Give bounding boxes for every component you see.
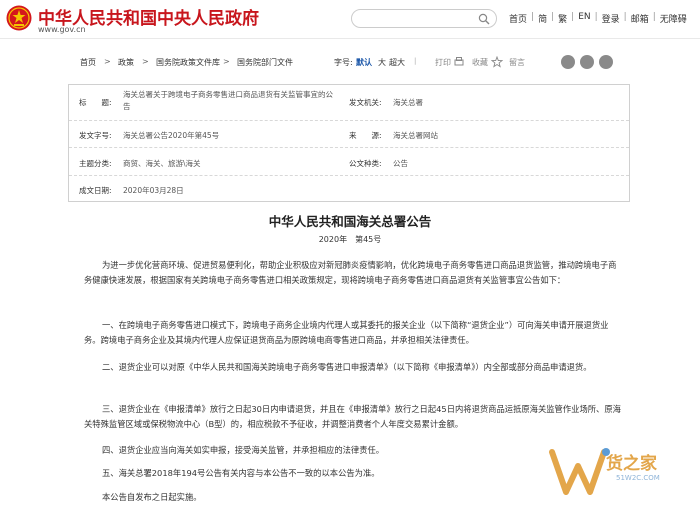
favorite-button[interactable]: 收藏 xyxy=(472,57,488,68)
font-size-big[interactable]: 大 xyxy=(378,57,386,68)
star-icon[interactable] xyxy=(491,56,503,68)
more-share-icon[interactable] xyxy=(599,55,613,69)
link-simplified[interactable]: 简 xyxy=(534,12,551,25)
link-mailbox[interactable]: 邮箱 xyxy=(627,12,653,25)
breadcrumb-separator: > xyxy=(142,57,149,66)
font-size-bigger[interactable]: 超大 xyxy=(389,57,405,68)
comment-button[interactable]: 留言 xyxy=(509,57,525,68)
date-value: 2020年03月28日 xyxy=(123,186,184,195)
article-paragraph: 一、在跨境电子商务零售进口模式下，跨境电子商务企业境内代理人或其委托的报关企业（… xyxy=(84,320,609,345)
article-paragraph: 二、退货企业可以对原《中华人民共和国海关跨境电子商务零售进口申报清单》（以下简称… xyxy=(102,362,592,372)
header-divider xyxy=(0,38,700,39)
topic-value: 商贸、海关、旅游\海关 xyxy=(123,159,201,168)
search-icon[interactable] xyxy=(478,13,490,25)
date-label: 成文日期: xyxy=(79,186,112,195)
info-row-topic: 主题分类: 商贸、海关、旅游\海关 公文种类: 公告 xyxy=(69,148,629,176)
site-header: 中华人民共和国中央人民政府 www.gov.cn 首页 | 简 | 繁 | EN | 登… xyxy=(0,0,700,40)
docno-value: 海关总署公告2020年第45号 xyxy=(123,131,220,140)
watermark-text: 货之家 xyxy=(606,454,657,474)
title-label: 标 题: xyxy=(79,98,112,107)
article-paragraph: 本公告自发布之日起实施。 xyxy=(102,492,202,502)
watermark-subtext: 51W2C.COM xyxy=(616,474,660,482)
info-row-docno: 发文字号: 海关总署公告2020年第45号 来 源: 海关总署网站 xyxy=(69,121,629,148)
weibo-share-icon[interactable] xyxy=(561,55,575,69)
doctype-value: 公告 xyxy=(393,159,408,168)
docno-label: 发文字号: xyxy=(79,131,112,140)
print-button[interactable]: 打印 xyxy=(435,57,451,68)
title-value: 海关总署关于跨境电子商务零售进口商品退货有关监管事宜的公告 xyxy=(123,90,333,111)
national-emblem-icon[interactable] xyxy=(6,5,32,31)
breadcrumb-policy[interactable]: 政策 xyxy=(118,57,134,68)
article-paragraph: 为进一步优化营商环境、促进贸易便利化，帮助企业积极应对新冠肺炎疫情影响，优化跨境… xyxy=(84,260,617,285)
breadcrumb-separator: > xyxy=(223,57,230,66)
article-title: 中华人民共和国海关总署公告 xyxy=(268,214,432,229)
topic-label: 主题分类: xyxy=(79,159,112,168)
link-accessibility[interactable]: 无障碍 xyxy=(656,12,691,25)
source-label: 来 源: xyxy=(349,131,382,140)
issuer-label: 发文机关: xyxy=(349,98,382,107)
article-number: 2020年 第45号 xyxy=(318,235,382,244)
info-row-title: 标 题: 海关总署关于跨境电子商务零售进口商品退货有关监管事宜的公告 发文机关:… xyxy=(69,85,629,121)
toolbar-separator: | xyxy=(414,57,417,65)
breadcrumb-department-docs[interactable]: 国务院部门文件 xyxy=(237,57,293,68)
article-paragraph: 三、退货企业在《申报清单》放行之日起30日内申请退货，并且在《申报清单》放行之日… xyxy=(84,404,621,429)
font-size-default[interactable]: 默认 xyxy=(356,57,372,68)
breadcrumb: 首页 > 政策 > 国务院政策文件库 > 国务院部门文件 字号: 默认 大 超大… xyxy=(68,52,630,74)
breadcrumb-policy-library[interactable]: 国务院政策文件库 xyxy=(156,57,220,68)
breadcrumb-home[interactable]: 首页 xyxy=(80,57,96,68)
breadcrumb-separator: > xyxy=(104,57,111,66)
info-row-date: 成文日期: 2020年03月28日 xyxy=(69,176,629,201)
search-input[interactable] xyxy=(351,9,497,28)
source-value: 海关总署网站 xyxy=(393,131,438,140)
site-url: www.gov.cn xyxy=(38,25,86,34)
document-info-table: 标 题: 海关总署关于跨境电子商务零售进口商品退货有关监管事宜的公告 发文机关:… xyxy=(68,84,630,202)
link-english[interactable]: EN xyxy=(574,12,594,25)
article-paragraph: 五、海关总署2018年194号公告有关内容与本公告不一致的以本公告为准。 xyxy=(102,468,380,478)
wechat-share-icon[interactable] xyxy=(580,55,594,69)
link-traditional[interactable]: 繁 xyxy=(554,12,571,25)
print-icon[interactable] xyxy=(453,56,465,68)
issuer-value: 海关总署 xyxy=(393,98,423,107)
link-login[interactable]: 登录 xyxy=(598,12,624,25)
link-home[interactable]: 首页 xyxy=(505,12,531,25)
font-size-label: 字号: xyxy=(334,58,353,67)
top-nav-links: 首页 | 简 | 繁 | EN | 登录 | 邮箱 | 无障碍 xyxy=(505,12,691,25)
article-paragraph: 四、退货企业应当向海关如实申报，接受海关监管，并承担相应的法律责任。 xyxy=(102,445,385,455)
doctype-label: 公文种类: xyxy=(349,159,382,168)
